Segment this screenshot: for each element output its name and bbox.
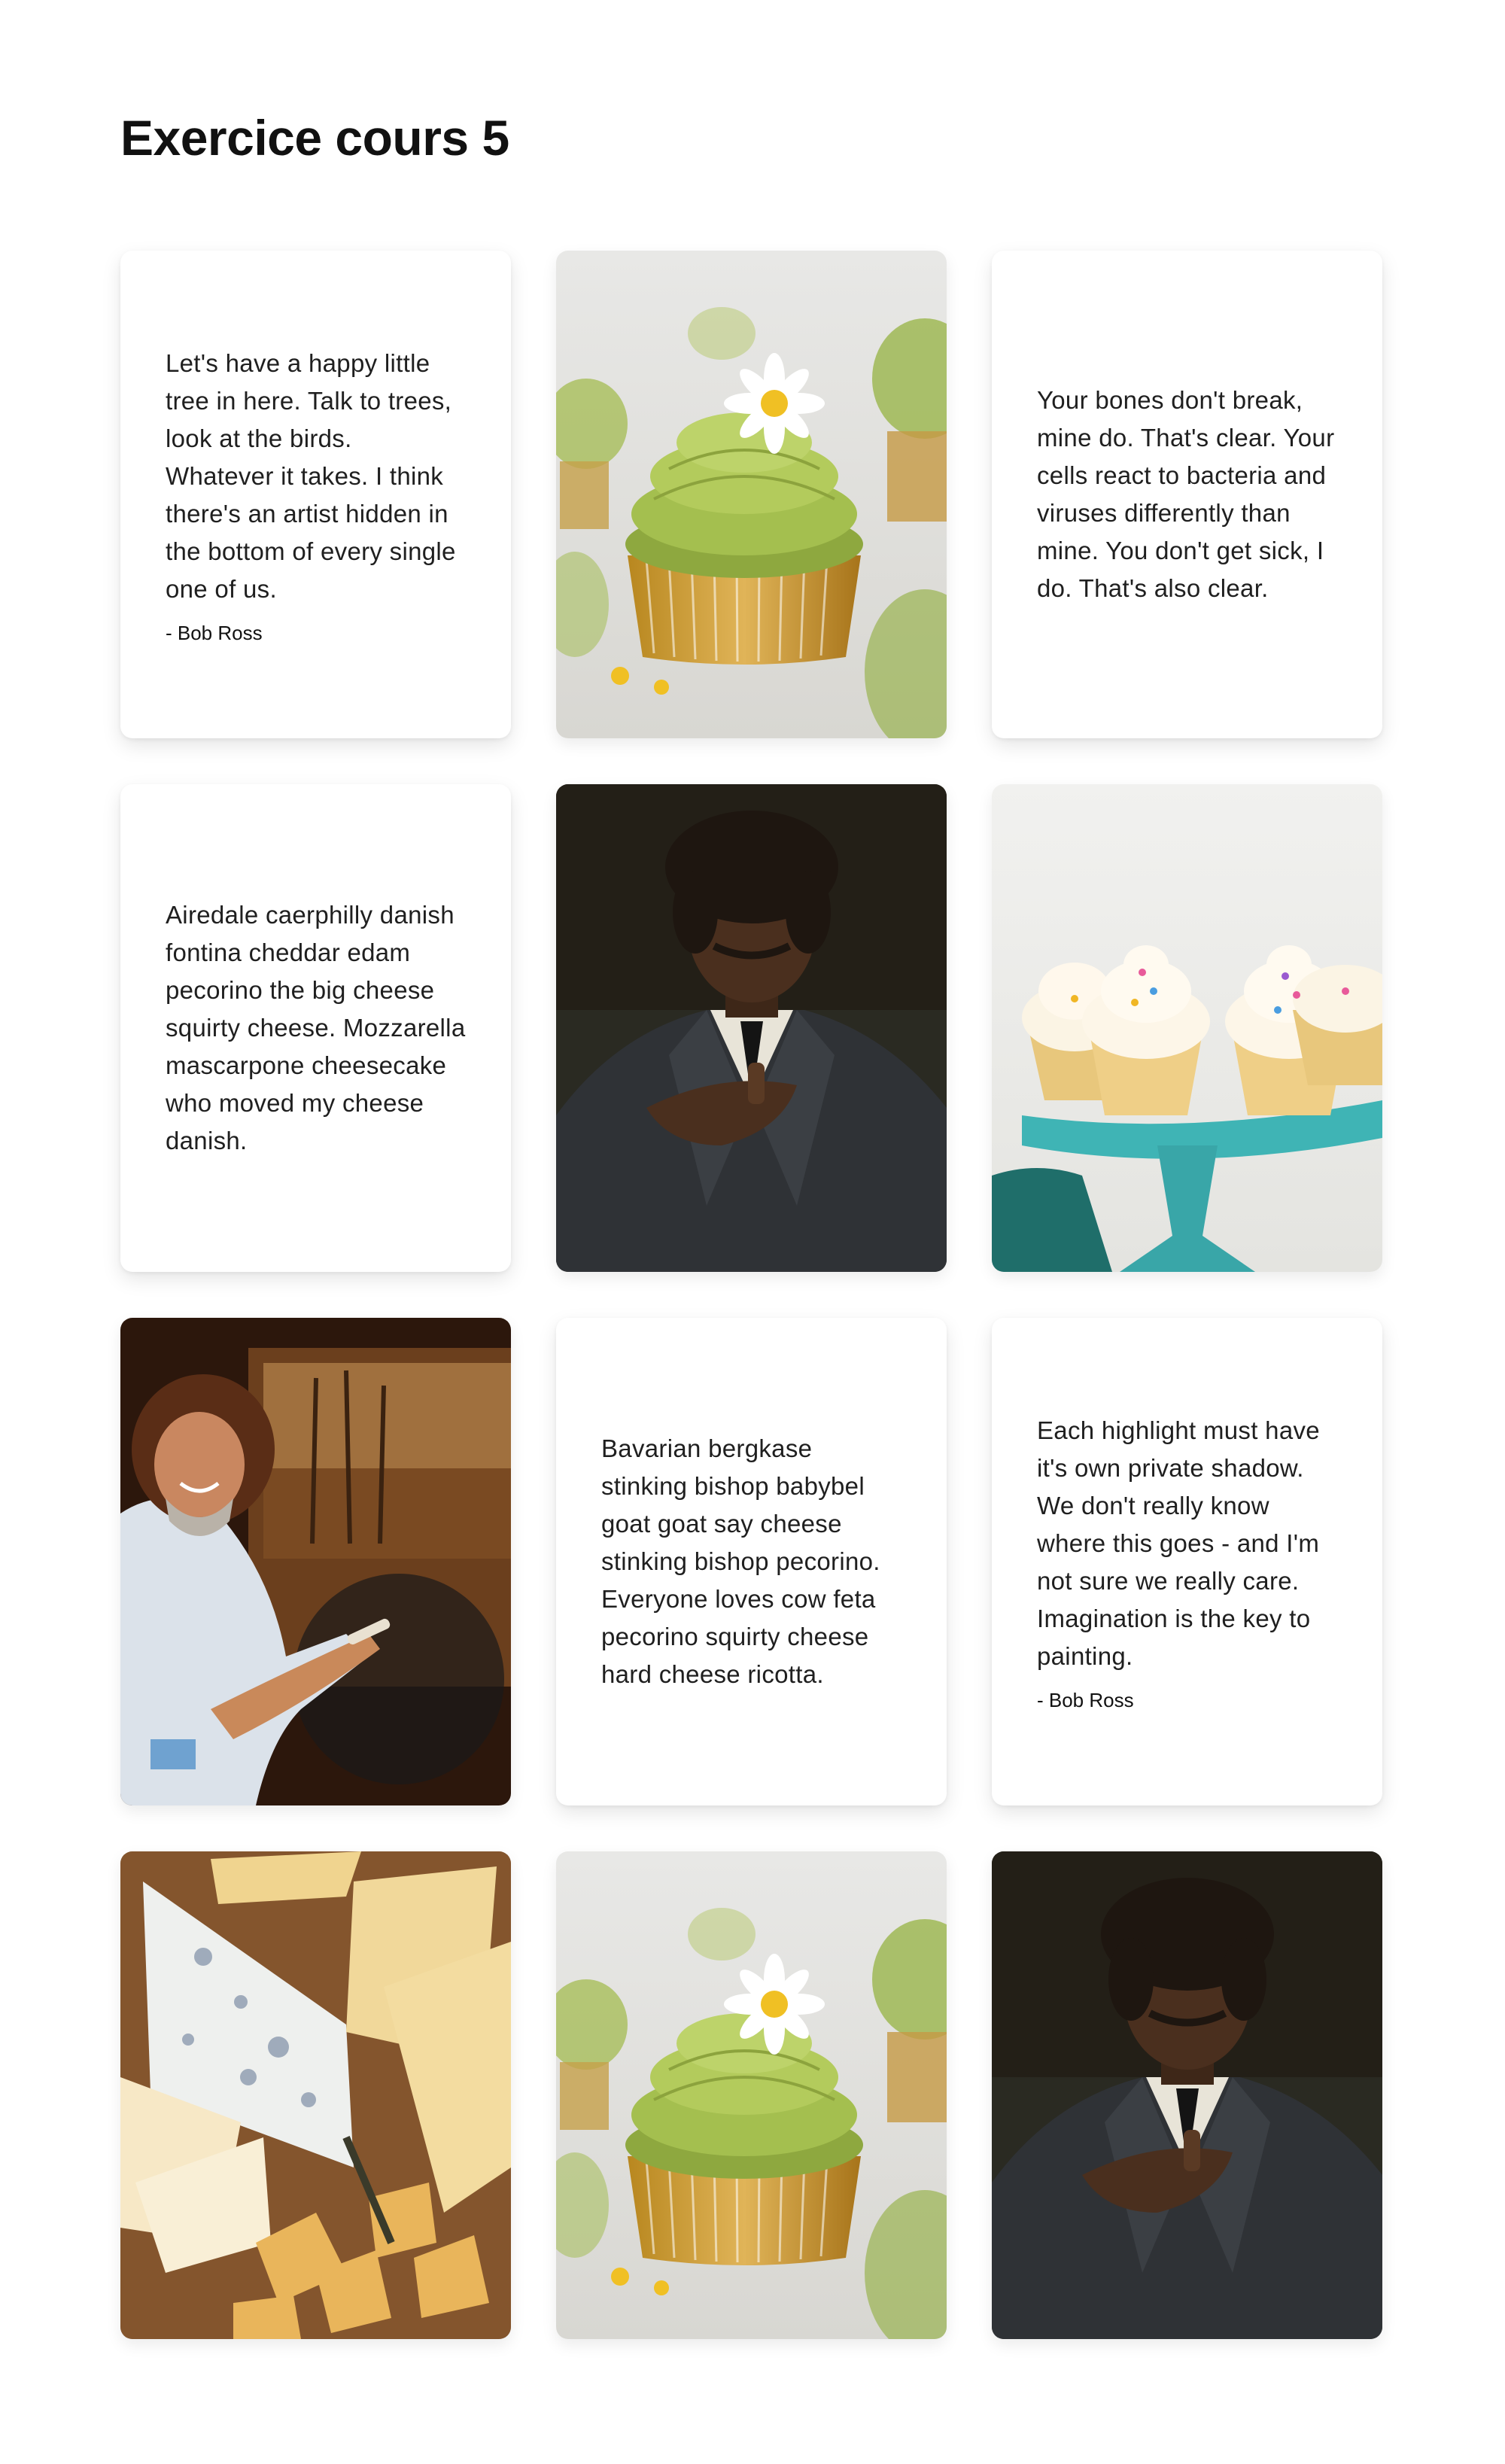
bob-ross-painting-image (120, 1318, 511, 1805)
man-in-suit-image (556, 784, 947, 1272)
matcha-cupcake-image (556, 1851, 947, 2339)
quote-card: Airedale caerphilly danish fontina chedd… (120, 784, 511, 1272)
quote-card: Your bones don't break, mine do. That's … (992, 251, 1382, 738)
man-in-suit-image (992, 1851, 1382, 2339)
quote-card: Bavarian bergkase stinking bishop babybe… (556, 1318, 947, 1805)
quote-card: Each highlight must have it's own privat… (992, 1318, 1382, 1805)
card-grid: Let's have a happy little tree in here. … (120, 251, 1382, 2339)
page-title: Exercice cours 5 (120, 110, 509, 166)
card-text: Bavarian bergkase stinking bishop babybe… (601, 1434, 880, 1688)
card-text: Each highlight must have it's own privat… (1037, 1416, 1320, 1670)
card-text: Airedale caerphilly danish fontina chedd… (166, 901, 466, 1154)
quote-card: Let's have a happy little tree in here. … (120, 251, 511, 738)
card-author: - Bob Ross (166, 621, 263, 644)
card-text: Let's have a happy little tree in here. … (166, 348, 456, 603)
card-text: Your bones don't break, mine do. That's … (1037, 386, 1335, 602)
cheese-board-image (120, 1851, 511, 2339)
matcha-cupcake-image (556, 251, 947, 738)
card-author: - Bob Ross (1037, 1688, 1134, 1711)
vanilla-cupcakes-image (992, 784, 1382, 1272)
